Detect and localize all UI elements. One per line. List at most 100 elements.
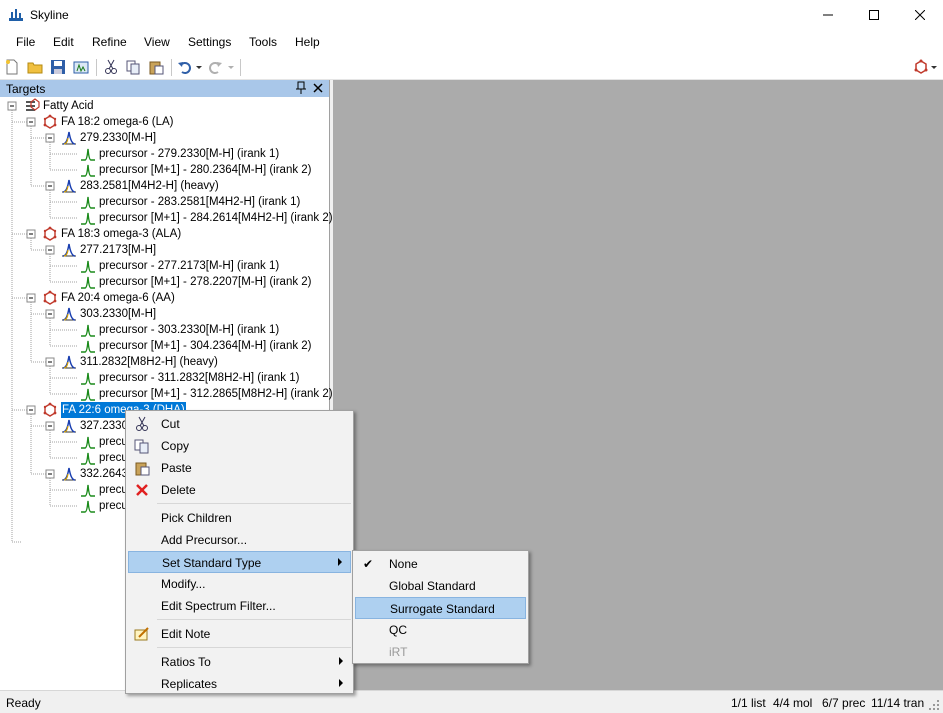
- context-replicates[interactable]: Replicates: [128, 673, 351, 695]
- transition-peak-icon: [81, 324, 95, 337]
- pin-icon[interactable]: [295, 81, 307, 95]
- precursor-peak-icon: [62, 419, 76, 433]
- import-results-icon[interactable]: [73, 59, 89, 75]
- tree-transition-1-2-1[interactable]: precursor - 283.2581[M4H2-H] (irank 1): [0, 194, 329, 210]
- context-set-standard-type[interactable]: Set Standard Type: [128, 551, 351, 573]
- tree-transition-3-1-2[interactable]: precursor [M+1] - 304.2364[M-H] (irank 2…: [0, 338, 329, 354]
- tree-precursor-1-1[interactable]: 279.2330[M-H]: [0, 130, 329, 146]
- context-edit-spectrum-filter[interactable]: Edit Spectrum Filter...: [128, 595, 351, 617]
- skyline-app-icon: [9, 9, 23, 21]
- context-menu: Cut Copy Paste Delete Pick Children Add …: [125, 410, 354, 694]
- transition-peak-icon: [81, 372, 95, 385]
- transition-peak-icon: [81, 436, 95, 449]
- precursor-peak-icon: [62, 355, 76, 369]
- status-molecule-count: 4/4 mol: [773, 696, 813, 710]
- tree-transition-3-2-2-label: precursor [M+1] - 312.2865[M8H2-H] (iran…: [99, 388, 333, 400]
- tree-transition-1-2-2-label: precursor [M+1] - 284.2614[M4H2-H] (iran…: [99, 212, 333, 224]
- tree-molecule-1[interactable]: FA 18:2 omega-6 (LA): [0, 114, 329, 130]
- menu-file[interactable]: File: [16, 35, 35, 49]
- close-window-button[interactable]: [897, 0, 943, 30]
- tree-precursor-1-1-label: 279.2330[M-H]: [80, 132, 157, 144]
- transition-peak-icon: [81, 452, 95, 465]
- context-copy[interactable]: Copy: [128, 435, 351, 457]
- undo-dropdown-icon[interactable]: [195, 59, 203, 75]
- context-delete[interactable]: Delete: [128, 479, 351, 501]
- delete-x-icon: [136, 484, 148, 496]
- tree-transition-4-2-2-label: precu: [99, 500, 128, 512]
- paste-icon[interactable]: [148, 59, 164, 75]
- tree-transition-3-1-1[interactable]: precursor - 303.2330[M-H] (irank 1): [0, 322, 329, 338]
- menu-help[interactable]: Help: [295, 35, 320, 49]
- molecule-mode-icon[interactable]: [913, 59, 929, 75]
- mode-dropdown-icon[interactable]: [930, 59, 938, 75]
- status-transition-count: 11/14 tran: [871, 696, 925, 710]
- menu-separator: [157, 647, 351, 648]
- open-folder-icon[interactable]: [27, 59, 43, 75]
- tree-precursor-4-2-label: 332.2643: [80, 468, 128, 480]
- window-title: Skyline: [30, 8, 69, 22]
- precursor-peak-icon: [62, 307, 76, 321]
- tree-molecule-3[interactable]: FA 20:4 omega-6 (AA): [0, 290, 329, 306]
- redo-dropdown-icon[interactable]: [227, 59, 235, 75]
- close-icon[interactable]: [312, 81, 324, 95]
- molecule-icon: [43, 290, 57, 305]
- tree-molecule-1-label: FA 18:2 omega-6 (LA): [61, 116, 174, 128]
- copy-icon: [134, 439, 149, 454]
- toolbar: [0, 54, 943, 80]
- maximize-button[interactable]: [851, 0, 897, 30]
- menu-edit[interactable]: Edit: [53, 35, 74, 49]
- tree-transition-2-1-2-label: precursor [M+1] - 278.2207[M-H] (irank 2…: [99, 276, 312, 288]
- paste-icon: [135, 462, 150, 476]
- minimize-button[interactable]: [805, 0, 851, 30]
- tree-transition-4-2-1-label: precu: [99, 484, 128, 496]
- tree-transition-4-1-2-label: precu: [99, 452, 128, 464]
- standard-type-none[interactable]: ✔ None: [355, 553, 526, 575]
- context-add-precursor[interactable]: Add Precursor...: [128, 529, 351, 551]
- menu-view[interactable]: View: [144, 35, 170, 49]
- cut-icon[interactable]: [103, 59, 119, 75]
- tree-molecule-2[interactable]: FA 18:3 omega-3 (ALA): [0, 226, 329, 242]
- menu-tools[interactable]: Tools: [249, 35, 277, 49]
- molecule-icon: [43, 402, 57, 417]
- standard-type-surrogate[interactable]: Surrogate Standard: [355, 597, 526, 619]
- save-icon[interactable]: [50, 59, 66, 75]
- tree-transition-1-1-2[interactable]: precursor [M+1] - 280.2364[M-H] (irank 2…: [0, 162, 329, 178]
- tree-root-fatty-acid[interactable]: Fatty Acid: [0, 98, 329, 114]
- tree-transition-2-1-2[interactable]: precursor [M+1] - 278.2207[M-H] (irank 2…: [0, 274, 329, 290]
- context-paste[interactable]: Paste: [128, 457, 351, 479]
- redo-icon[interactable]: [207, 59, 223, 75]
- tree-transition-1-2-1-label: precursor - 283.2581[M4H2-H] (irank 1): [99, 196, 301, 208]
- tree-precursor-3-2[interactable]: 311.2832[M8H2-H] (heavy): [0, 354, 329, 370]
- standard-type-submenu: ✔ None Global Standard Surrogate Standar…: [352, 550, 529, 664]
- tree-transition-1-1-1[interactable]: precursor - 279.2330[M-H] (irank 1): [0, 146, 329, 162]
- tree-transition-1-2-2[interactable]: precursor [M+1] - 284.2614[M4H2-H] (iran…: [0, 210, 333, 226]
- status-list-count: 1/1 list: [731, 696, 766, 710]
- tree-transition-3-2-1[interactable]: precursor - 311.2832[M8H2-H] (irank 1): [0, 370, 329, 386]
- molecule-icon: [43, 226, 57, 241]
- undo-icon[interactable]: [177, 59, 193, 75]
- transition-peak-icon: [81, 500, 95, 513]
- toolbar-separator: [240, 59, 241, 76]
- tree-precursor-2-1[interactable]: 277.2173[M-H]: [0, 242, 329, 258]
- resize-grip-icon[interactable]: [929, 700, 941, 712]
- new-document-icon[interactable]: [4, 59, 20, 75]
- precursor-peak-icon: [62, 243, 76, 257]
- tree-precursor-3-1[interactable]: 303.2330[M-H]: [0, 306, 329, 322]
- context-ratios-to[interactable]: Ratios To: [128, 651, 351, 673]
- toolbar-separator: [96, 59, 97, 76]
- tree-transition-3-2-2[interactable]: precursor [M+1] - 312.2865[M8H2-H] (iran…: [0, 386, 333, 402]
- context-pick-children[interactable]: Pick Children: [128, 507, 351, 529]
- context-modify[interactable]: Modify...: [128, 573, 351, 595]
- menu-settings[interactable]: Settings: [188, 35, 231, 49]
- standard-type-global[interactable]: Global Standard: [355, 575, 526, 597]
- tree-transition-4-1-1-label: precu: [99, 436, 128, 448]
- menu-refine[interactable]: Refine: [92, 35, 127, 49]
- context-cut[interactable]: Cut: [128, 413, 351, 435]
- standard-type-qc[interactable]: QC: [355, 619, 526, 641]
- tree-transition-2-1-1[interactable]: precursor - 277.2173[M-H] (irank 1): [0, 258, 329, 274]
- copy-icon[interactable]: [125, 59, 141, 75]
- context-edit-note[interactable]: Edit Note: [128, 623, 351, 645]
- tree-precursor-1-2[interactable]: 283.2581[M4H2-H] (heavy): [0, 178, 329, 194]
- tree-precursor-1-2-label: 283.2581[M4H2-H] (heavy): [80, 180, 219, 192]
- submenu-arrow-icon: [339, 657, 343, 665]
